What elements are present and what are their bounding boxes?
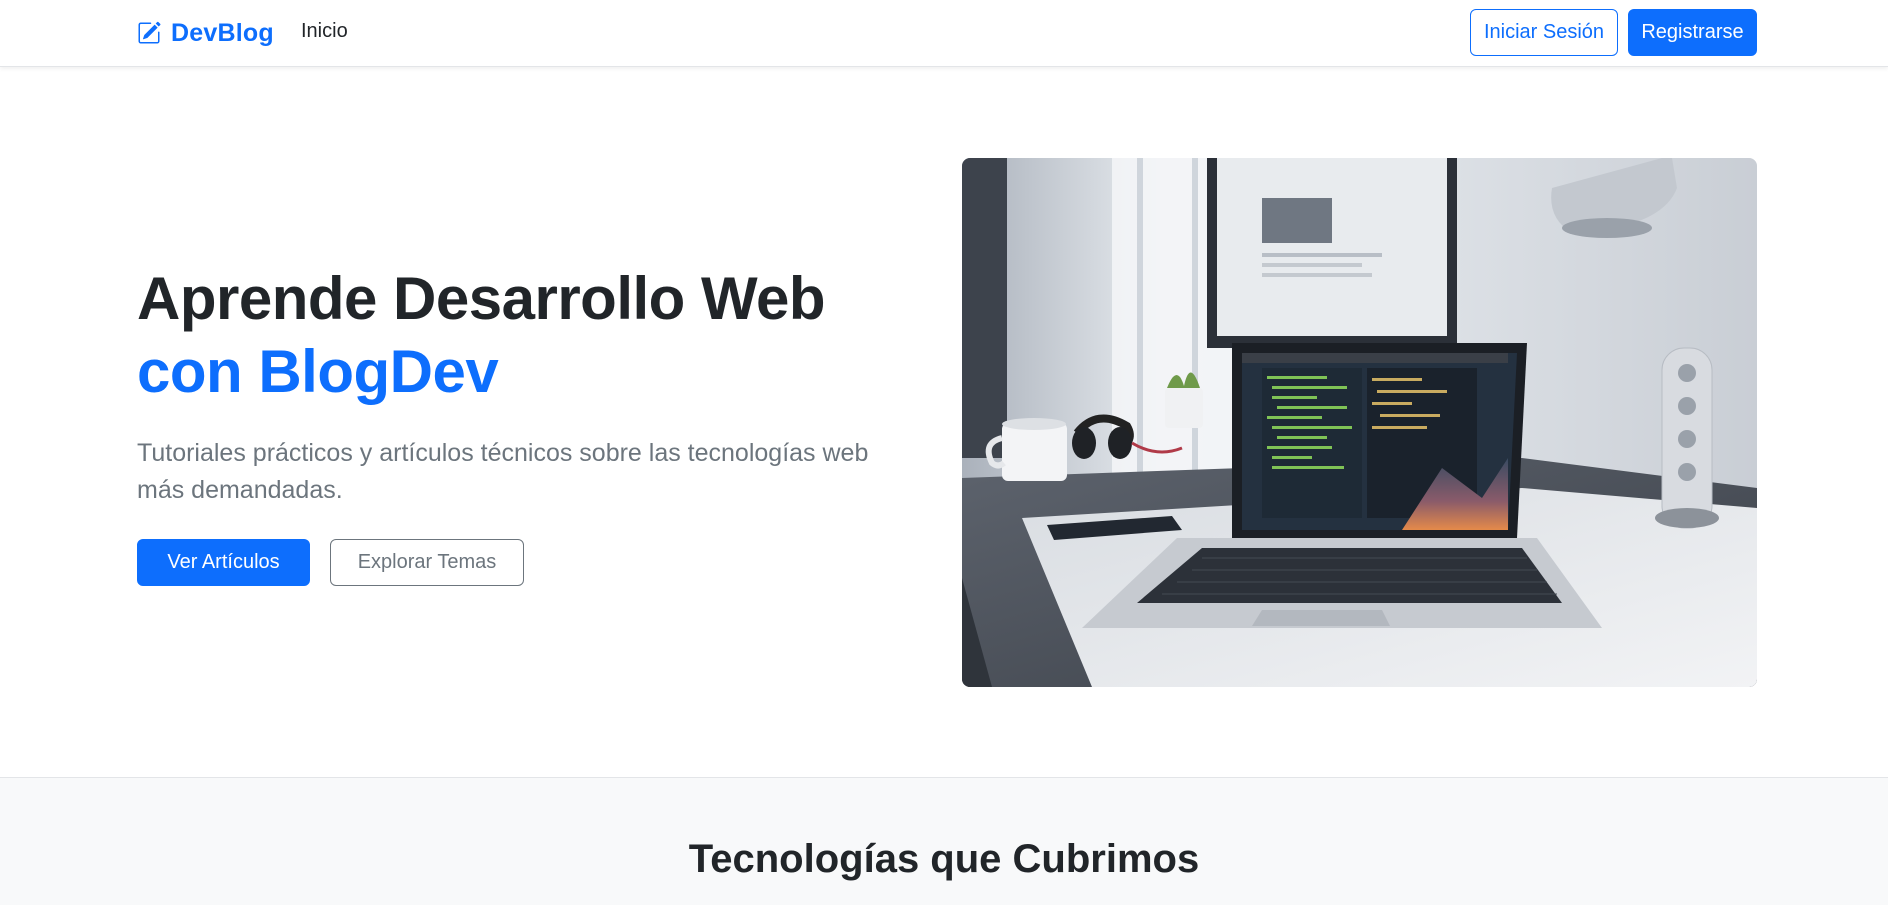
laptop-workspace-illustration (962, 158, 1757, 687)
hero-title-line-1: Aprende Desarrollo Web (137, 265, 826, 332)
pencil-square-icon (138, 21, 161, 44)
technologies-section-title: Tecnologías que Cubrimos (688, 837, 1200, 881)
brand-link[interactable]: DevBlog (137, 17, 274, 49)
login-button[interactable]: Iniciar Sesión (1470, 9, 1618, 56)
hero-title-accent: con BlogDev (137, 338, 499, 405)
hero-title: Aprende Desarrollo Web con BlogDev (137, 262, 897, 408)
explore-topics-button[interactable]: Explorar Temas (330, 539, 524, 586)
brand-name: DevBlog (171, 18, 274, 47)
hero-lead-text: Tutoriales prácticos y artículos técnico… (137, 439, 869, 504)
top-navbar: DevBlog Inicio Iniciar Sesión Registrars… (0, 0, 1888, 67)
hero-image (962, 158, 1757, 687)
view-articles-button[interactable]: Ver Artículos (137, 539, 310, 586)
technologies-section: Tecnologías que Cubrimos (0, 777, 1888, 905)
register-button[interactable]: Registrarse (1628, 9, 1757, 56)
nav-link-inicio[interactable]: Inicio (301, 20, 348, 43)
